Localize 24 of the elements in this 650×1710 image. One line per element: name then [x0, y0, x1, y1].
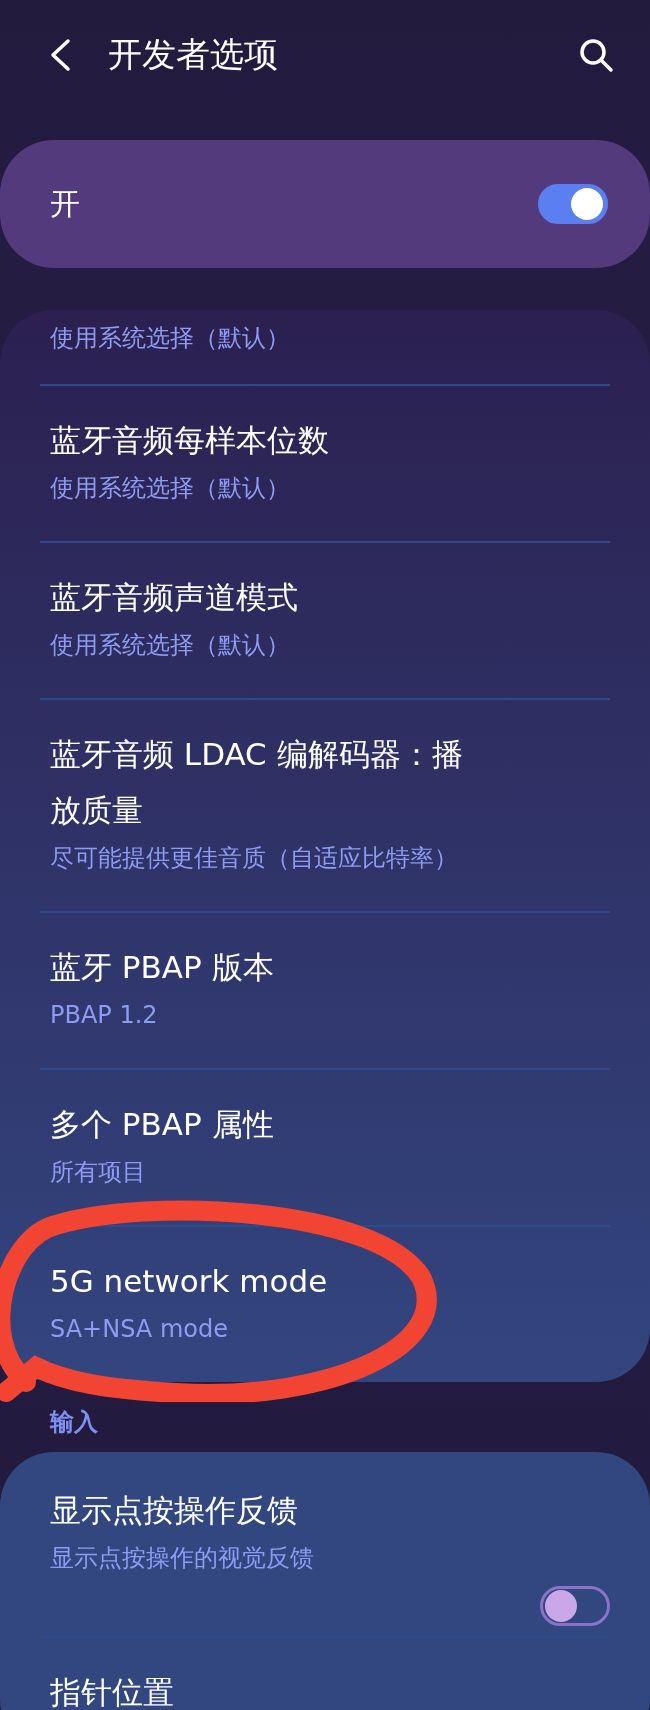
setting-title: 蓝牙 PBAP 版本 — [50, 948, 275, 987]
section-header: 输入 — [48, 1407, 99, 1438]
setting-summary: 显示点按操作的视觉反馈 — [50, 1543, 315, 1574]
page-title: 开发者选项 — [108, 33, 279, 76]
search-icon[interactable] — [578, 37, 614, 73]
toggle-switch[interactable] — [540, 1586, 610, 1626]
setting-summary: 所有项目 — [50, 1157, 147, 1188]
setting-title: 蓝牙音频每样本位数 — [50, 421, 330, 460]
setting-title: 蓝牙音频声道模式 — [50, 578, 299, 617]
toggle-switch[interactable] — [538, 184, 608, 224]
back-icon[interactable] — [48, 38, 72, 72]
master-switch-card[interactable]: 开 — [0, 140, 650, 268]
setting-title: 多个 PBAP 属性 — [50, 1105, 275, 1144]
setting-summary: PBAP 1.2 — [50, 1000, 159, 1031]
setting-summary: 尽可能提供更佳音质（自适应比特率） — [50, 843, 459, 874]
setting-summary: SA+NSA mode — [50, 1314, 229, 1345]
setting-summary: 使用系统选择（默认） — [50, 630, 291, 661]
setting-title: 显示点按操作反馈 — [50, 1491, 299, 1530]
setting-title: 蓝牙音频 LDAC 编解码器：播放质量 — [50, 735, 464, 830]
setting-summary: 使用系统选择（默认） — [50, 473, 291, 504]
setting-summary: 使用系统选择（默认） — [50, 323, 291, 354]
setting-title: 5G network mode — [50, 1262, 329, 1301]
setting-title: 指针位置 — [50, 1673, 175, 1710]
switch-label: 开 — [50, 184, 80, 223]
